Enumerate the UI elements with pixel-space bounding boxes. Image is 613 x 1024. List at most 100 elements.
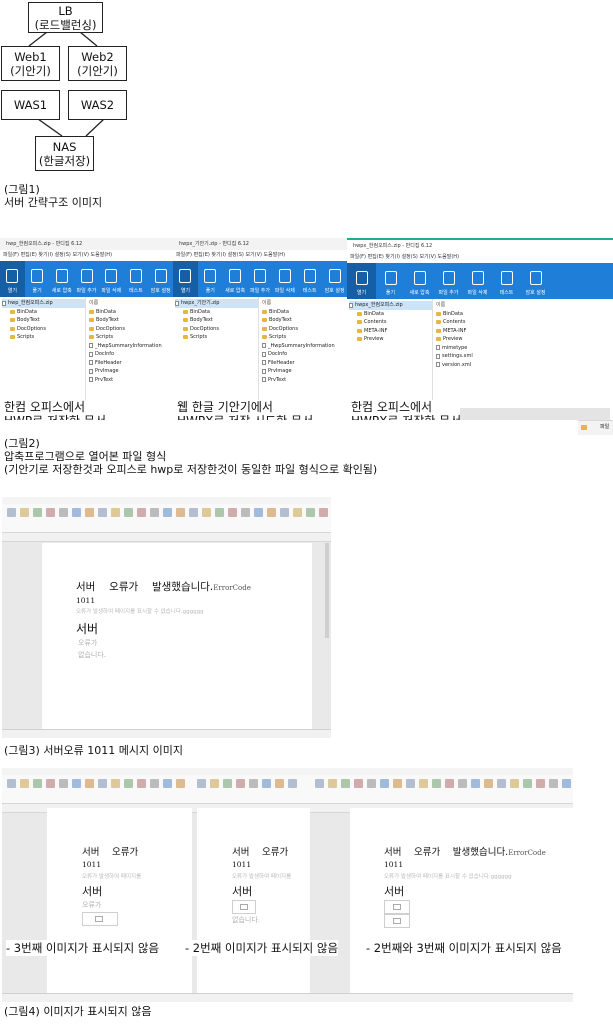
ribbon-icon[interactable] xyxy=(72,779,81,788)
ribbon-icon[interactable] xyxy=(46,779,55,788)
ribbon-icon[interactable] xyxy=(275,779,284,788)
file-row[interactable]: PrvText xyxy=(262,376,347,385)
ribbon-icon[interactable] xyxy=(354,779,363,788)
ribbon-icon[interactable] xyxy=(7,508,16,517)
toolbar-button[interactable]: 테스트 xyxy=(297,261,322,297)
ribbon-icon[interactable] xyxy=(137,508,146,517)
tree-root[interactable]: hwpx_한컴오피스.zip xyxy=(349,301,432,310)
ribbon-icon[interactable] xyxy=(137,779,146,788)
toolbar-button[interactable]: 새로 압축 xyxy=(223,261,248,297)
file-row[interactable]: BodyText xyxy=(89,316,173,325)
file-row[interactable]: Scripts xyxy=(89,333,173,342)
ribbon-icon[interactable] xyxy=(280,508,289,517)
ribbon-icon[interactable] xyxy=(241,508,250,517)
file-row[interactable]: DocInfo xyxy=(262,350,347,359)
ribbon-icon[interactable] xyxy=(98,779,107,788)
file-row[interactable]: FileHeader xyxy=(262,359,347,368)
ribbon-icon[interactable] xyxy=(432,779,441,788)
file-row[interactable]: _HwpSummaryInformation xyxy=(262,342,347,351)
ribbon-icon[interactable] xyxy=(549,779,558,788)
ribbon-icon[interactable] xyxy=(471,779,480,788)
toolbar-button[interactable]: 파일 삭제 xyxy=(99,261,124,297)
ribbon-icon[interactable] xyxy=(189,508,198,517)
tree-folder[interactable]: Scripts xyxy=(2,333,85,342)
ribbon-icon[interactable] xyxy=(341,779,350,788)
tree-folder[interactable]: Scripts xyxy=(175,333,258,342)
ribbon-icon[interactable] xyxy=(497,779,506,788)
window-menubar[interactable]: 파일(F) 편집(E) 찾기(I) 설정(S) 보기(V) 도움말(H) xyxy=(173,250,347,261)
file-row[interactable]: PrvImage xyxy=(89,367,173,376)
ribbon-icon[interactable] xyxy=(319,508,328,517)
window-menubar[interactable]: 파일(F) 편집(E) 찾기(I) 설정(S) 보기(V) 도움말(H) xyxy=(347,252,613,263)
toolbar-button[interactable]: 새로 압축 xyxy=(49,261,74,297)
file-row[interactable]: DocOptions xyxy=(89,325,173,334)
file-row[interactable]: mimetype xyxy=(436,344,613,353)
ribbon-icon[interactable] xyxy=(210,779,219,788)
ribbon-icon[interactable] xyxy=(202,508,211,517)
tree-folder[interactable]: Contents xyxy=(349,318,432,327)
ribbon-icon[interactable] xyxy=(267,508,276,517)
toolbar-button[interactable]: 테스트 xyxy=(124,261,149,297)
ribbon-icon[interactable] xyxy=(249,779,258,788)
ribbon-icon[interactable] xyxy=(262,779,271,788)
toolbar-button[interactable]: 열기 xyxy=(0,261,25,297)
ribbon-icon[interactable] xyxy=(20,508,29,517)
file-row[interactable]: DocInfo xyxy=(89,350,173,359)
ribbon-icon[interactable] xyxy=(85,508,94,517)
ribbon-icon[interactable] xyxy=(46,508,55,517)
ribbon-icon[interactable] xyxy=(236,779,245,788)
ribbon-icon[interactable] xyxy=(59,508,68,517)
toolbar-button[interactable]: 풀기 xyxy=(25,261,50,297)
ribbon-icon[interactable] xyxy=(176,779,185,788)
tree-folder[interactable]: DocOptions xyxy=(175,325,258,334)
file-row[interactable]: BinData xyxy=(262,308,347,317)
tree-root[interactable]: hwp_한컴오피스.zip xyxy=(2,299,85,308)
ribbon-icon[interactable] xyxy=(254,508,263,517)
column-header-name[interactable]: 이름 xyxy=(262,299,347,308)
column-header-name[interactable]: 이름 xyxy=(436,301,613,310)
ribbon-icon[interactable] xyxy=(393,779,402,788)
ribbon-icon[interactable] xyxy=(163,779,172,788)
ribbon-icon[interactable] xyxy=(20,779,29,788)
ribbon-icon[interactable] xyxy=(111,508,120,517)
ribbon-icon[interactable] xyxy=(484,779,493,788)
ribbon-icon[interactable] xyxy=(293,508,302,517)
file-row[interactable]: FileHeader xyxy=(89,359,173,368)
tree-folder[interactable]: DocOptions xyxy=(2,325,85,334)
toolbar-button[interactable]: 테스트 xyxy=(492,263,521,299)
toolbar-button[interactable]: 파일 삭제 xyxy=(272,261,297,297)
file-row[interactable]: BinData xyxy=(89,308,173,317)
file-row[interactable]: PrvImage xyxy=(262,367,347,376)
tree-folder[interactable]: BinData xyxy=(349,310,432,319)
file-row[interactable]: BodyText xyxy=(262,316,347,325)
file-row[interactable]: BinData xyxy=(436,310,613,319)
file-row[interactable]: Contents xyxy=(436,318,613,327)
toolbar-button[interactable]: 파일 추가 xyxy=(248,261,273,297)
tree-root[interactable]: hwpx_기안기.zip xyxy=(175,299,258,308)
ribbon-icon[interactable] xyxy=(328,779,337,788)
window-menubar[interactable]: 파일(F) 편집(E) 찾기(I) 설정(S) 보기(V) 도움말(H) xyxy=(0,250,173,261)
ribbon-icon[interactable] xyxy=(85,779,94,788)
ribbon-icon[interactable] xyxy=(98,508,107,517)
ribbon-icon[interactable] xyxy=(33,779,42,788)
toolbar-button[interactable]: 암호 설정 xyxy=(521,263,550,299)
tree-folder[interactable]: BodyText xyxy=(2,316,85,325)
column-header-name[interactable]: 이름 xyxy=(89,299,173,308)
file-row[interactable]: META-INF xyxy=(436,327,613,336)
ribbon-icon[interactable] xyxy=(124,508,133,517)
ribbon-icon[interactable] xyxy=(223,779,232,788)
ribbon-icon[interactable] xyxy=(536,779,545,788)
file-row[interactable]: DocOptions xyxy=(262,325,347,334)
ribbon-icon[interactable] xyxy=(306,508,315,517)
ribbon-icon[interactable] xyxy=(150,508,159,517)
file-row[interactable]: version.xml xyxy=(436,361,613,370)
ribbon-icon[interactable] xyxy=(197,779,206,788)
ribbon-icon[interactable] xyxy=(7,779,16,788)
toolbar-button[interactable]: 풀기 xyxy=(376,263,405,299)
toolbar-button[interactable]: 암호 설정 xyxy=(148,261,173,297)
ribbon-icon[interactable] xyxy=(380,779,389,788)
ribbon-icon[interactable] xyxy=(33,508,42,517)
file-row[interactable]: Preview xyxy=(436,335,613,344)
ribbon-icon[interactable] xyxy=(315,779,324,788)
ribbon-icon[interactable] xyxy=(124,779,133,788)
